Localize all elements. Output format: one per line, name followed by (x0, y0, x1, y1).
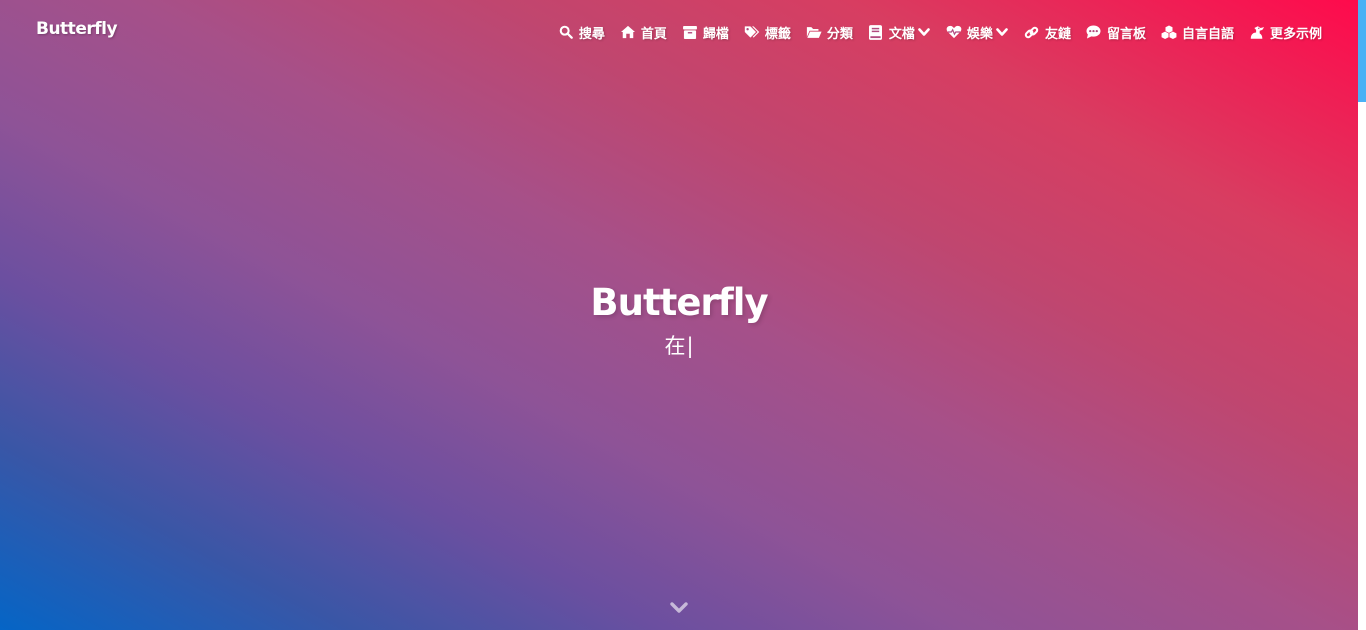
typed-cursor: | (686, 334, 694, 358)
folder-open-icon (806, 24, 822, 40)
chevron-down-icon (669, 600, 689, 619)
menu-item-search[interactable]: 搜尋 (558, 23, 605, 42)
menu-item-label: 標籤 (764, 26, 791, 42)
site-info: Butterfly 在| (0, 279, 1358, 359)
scrollbar[interactable] (1358, 0, 1366, 630)
subtitle-text: 在 (664, 334, 686, 358)
menu-item-label: 歸檔 (702, 26, 729, 42)
menu-item-label: 自言自語 (1181, 26, 1234, 42)
hero-banner: Butterfly 搜尋 首頁 歸檔 標籤 分類 文檔 娛樂 友鏈 留言板 自言… (0, 0, 1358, 630)
archive-icon (682, 24, 698, 40)
comment-dots-icon (1086, 24, 1102, 40)
chevron-down-icon (918, 26, 931, 39)
scrollbar-thumb[interactable] (1358, 0, 1366, 102)
home-icon (620, 24, 636, 40)
menu-item-links[interactable]: 友鏈 (1024, 23, 1071, 42)
chevron-down-icon (996, 26, 1009, 39)
search-icon (558, 24, 574, 40)
menu-item-home[interactable]: 首頁 (620, 23, 667, 42)
tags-icon (744, 24, 760, 40)
menu-item-murmurs[interactable]: 自言自語 (1161, 23, 1234, 42)
menu-item-label: 娛樂 (966, 26, 993, 42)
menu-item-label: 文檔 (888, 26, 915, 42)
menu-item-label: 首頁 (640, 26, 667, 42)
nav-menu: 搜尋 首頁 歸檔 標籤 分類 文檔 娛樂 友鏈 留言板 自言自語 更多示例 (558, 22, 1322, 42)
site-subtitle: 在| (0, 333, 1358, 359)
menu-item-categories[interactable]: 分類 (806, 23, 853, 42)
menu-item-more-examples[interactable]: 更多示例 (1249, 23, 1322, 42)
cubes-icon (1161, 24, 1177, 40)
link-icon (1024, 24, 1040, 40)
site-name-link[interactable]: Butterfly (36, 19, 118, 39)
site-title: Butterfly (590, 281, 768, 324)
menu-item-label: 留言板 (1106, 26, 1146, 42)
menu-item-docs[interactable]: 文檔 (868, 23, 931, 42)
heartbeat-icon (946, 24, 962, 40)
menu-item-archive[interactable]: 歸檔 (682, 23, 729, 42)
menu-item-tags[interactable]: 標籤 (744, 23, 791, 42)
menu-item-label: 搜尋 (578, 26, 605, 42)
menu-item-label: 更多示例 (1269, 26, 1322, 42)
dragon-icon (1249, 24, 1265, 40)
scroll-down-button[interactable] (669, 600, 689, 620)
book-icon (868, 24, 884, 40)
menu-item-guestbook[interactable]: 留言板 (1086, 23, 1146, 42)
menu-item-label: 分類 (826, 26, 853, 42)
menu-item-entertainment[interactable]: 娛樂 (946, 23, 1009, 42)
menu-item-label: 友鏈 (1044, 26, 1071, 42)
